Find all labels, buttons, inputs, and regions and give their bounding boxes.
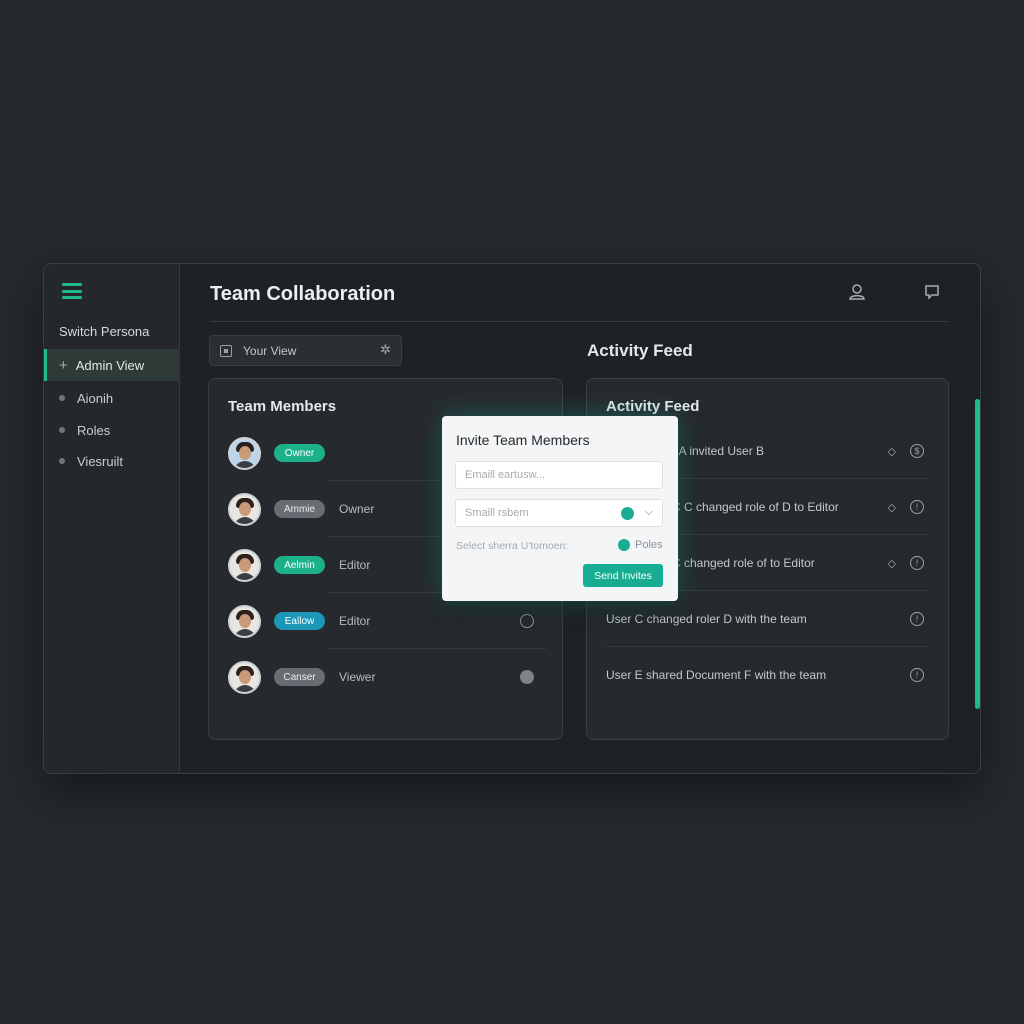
chevron-down-icon[interactable]: ⌵ bbox=[645, 506, 653, 519]
diamond-icon[interactable]: ◇ bbox=[888, 445, 896, 458]
plus-icon: + bbox=[59, 356, 68, 374]
switch-persona-label: Switch Persona bbox=[59, 324, 150, 339]
avatar bbox=[228, 548, 261, 582]
member-badge[interactable]: Ammie bbox=[274, 500, 325, 518]
bullet-icon bbox=[59, 427, 65, 433]
select-radio[interactable] bbox=[520, 670, 534, 684]
activity-feed-heading: Activity Feed bbox=[587, 341, 693, 360]
sidebar-item-aionih[interactable]: Aionih bbox=[44, 382, 180, 414]
view-label: Your View bbox=[243, 343, 297, 358]
member-badge[interactable]: Canser bbox=[274, 668, 325, 686]
bullet-icon bbox=[59, 395, 65, 401]
feed-item-text: User E shared Document F with the team bbox=[606, 668, 827, 682]
sidebar-item-label: Roles bbox=[77, 422, 111, 438]
select-radio[interactable] bbox=[520, 614, 534, 628]
modal-title: Invite Team Members bbox=[456, 432, 590, 448]
member-badge[interactable]: Aelmin bbox=[274, 556, 325, 574]
status-dot-icon bbox=[621, 507, 634, 520]
send-invites-button[interactable]: Send Invites bbox=[583, 564, 663, 587]
activity-feed-title: Activity Feed bbox=[606, 398, 700, 415]
member-role: Owner bbox=[339, 502, 375, 516]
diamond-icon[interactable]: ◇ bbox=[888, 501, 896, 514]
feed-item[interactable]: User E shared Document F with the team ! bbox=[606, 647, 928, 703]
feed-item-text: User C changed roler D with the team bbox=[606, 612, 807, 626]
header-divider bbox=[210, 321, 948, 322]
roles-label: Poles bbox=[635, 539, 663, 551]
sidebar-item-label: Aionih bbox=[77, 390, 114, 406]
avatar bbox=[228, 660, 261, 694]
info-icon[interactable]: ! bbox=[910, 556, 924, 570]
menu-icon[interactable] bbox=[62, 283, 82, 299]
sidebar-item-label: Admin View bbox=[75, 357, 145, 373]
invite-modal: Invite Team Members Emaill eartusw... Sm… bbox=[442, 416, 678, 601]
member-role: Viewer bbox=[339, 670, 376, 684]
member-role: Editor bbox=[339, 614, 371, 628]
member-role: Editor bbox=[339, 558, 371, 572]
avatar bbox=[228, 492, 261, 526]
info-icon[interactable]: ! bbox=[910, 668, 924, 682]
user-icon[interactable] bbox=[846, 281, 868, 303]
pin-icon[interactable]: ✲ bbox=[380, 342, 391, 358]
member-badge[interactable]: Owner bbox=[274, 444, 325, 462]
bullet-icon bbox=[59, 458, 65, 464]
scrollbar[interactable] bbox=[975, 399, 980, 709]
info-icon[interactable]: $ bbox=[910, 444, 924, 458]
roles-toggle[interactable]: Poles bbox=[618, 539, 663, 551]
avatar bbox=[228, 604, 261, 638]
sidebar-item-viesruilt[interactable]: Viesruilt bbox=[44, 445, 180, 477]
team-members-title: Team Members bbox=[228, 398, 337, 415]
diamond-icon[interactable]: ◇ bbox=[888, 557, 896, 570]
avatar bbox=[228, 436, 261, 470]
info-icon[interactable]: ! bbox=[910, 612, 924, 626]
toggle-dot-icon bbox=[618, 539, 630, 551]
member-row[interactable]: Eallow Editor bbox=[228, 593, 548, 649]
sidebar-item-label: Viesruilt bbox=[77, 453, 124, 469]
email-input[interactable]: Emaill eartusw... bbox=[455, 461, 663, 489]
select-hint: Select sherra U'tomoen: bbox=[456, 540, 569, 552]
page-title: Team Collaboration bbox=[210, 283, 396, 305]
sidebar: Switch Persona + Admin View Aionih Roles… bbox=[44, 264, 180, 773]
member-row[interactable]: Canser Viewer bbox=[228, 649, 548, 705]
view-icon bbox=[220, 344, 232, 357]
select-placeholder: Smaill rsbem bbox=[465, 507, 529, 519]
info-icon[interactable]: ! bbox=[910, 500, 924, 514]
role-select[interactable]: Smaill rsbem ⌵ bbox=[455, 499, 663, 527]
member-badge[interactable]: Eallow bbox=[274, 612, 325, 630]
view-selector[interactable]: Your View ✲ bbox=[209, 335, 402, 366]
sidebar-item-roles[interactable]: Roles bbox=[44, 414, 180, 446]
sidebar-item-admin-view[interactable]: + Admin View bbox=[44, 349, 180, 381]
email-placeholder: Emaill eartusw... bbox=[465, 469, 546, 481]
chat-icon[interactable] bbox=[921, 281, 943, 303]
